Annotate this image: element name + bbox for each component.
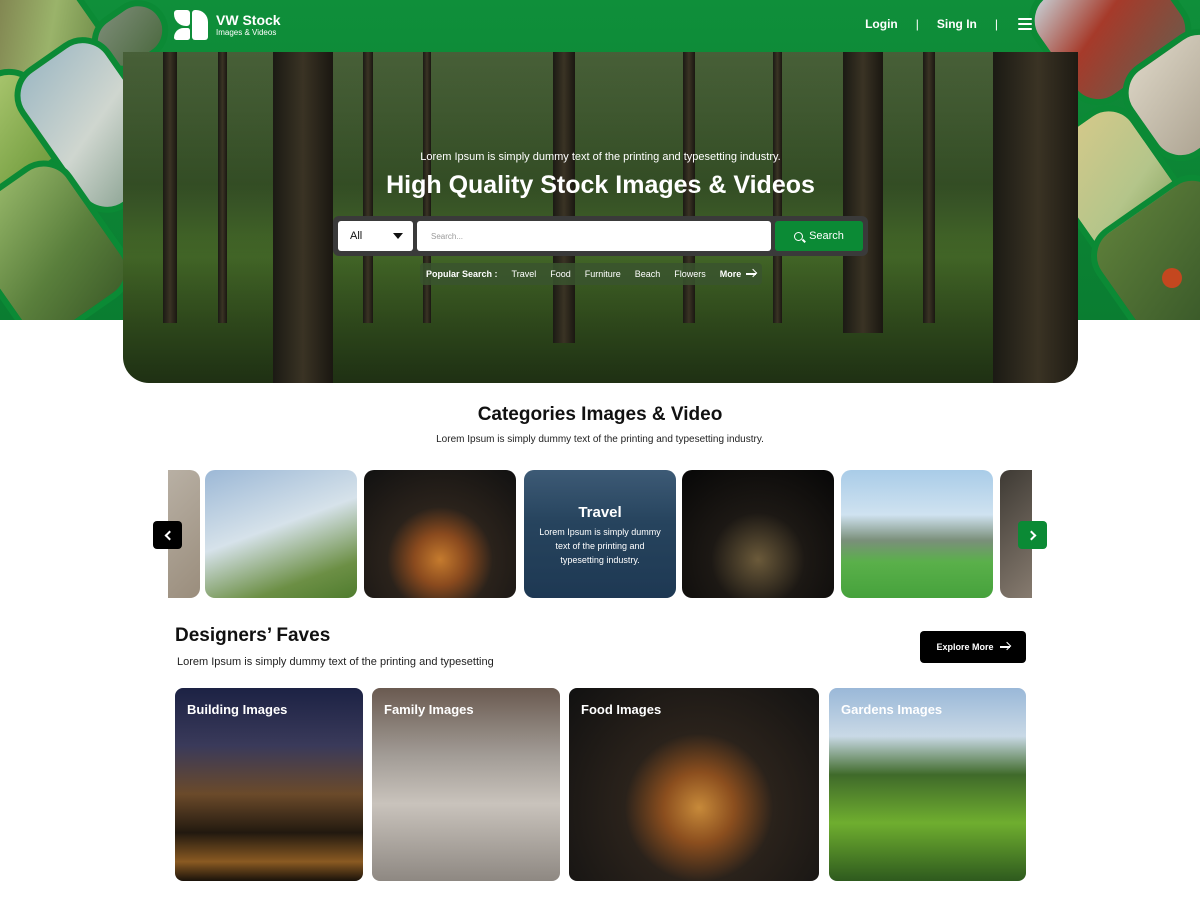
category-card-title: Travel [578, 504, 622, 521]
popular-more-link[interactable]: More [720, 269, 757, 279]
fave-card-gardens[interactable]: Gardens Images [829, 688, 1026, 881]
top-nav: Login | Sing In | [865, 17, 1032, 31]
hero-banner: Lorem Ipsum is simply dummy text of the … [123, 52, 1078, 383]
category-carousel: Travel Lorem Ipsum is simply dummy text … [168, 470, 1032, 598]
menu-button[interactable] [1016, 18, 1032, 30]
category-select[interactable]: All [338, 221, 413, 251]
faves-subtitle: Lorem Ipsum is simply dummy text of the … [177, 656, 494, 668]
nav-separator: | [994, 17, 998, 31]
search-button-label: Search [809, 230, 844, 242]
site-header: VW Stock Images & Videos Login | Sing In… [0, 0, 1200, 52]
category-card-description: Lorem Ipsum is simply dummy text of the … [539, 527, 661, 565]
chevron-right-icon [1026, 530, 1036, 540]
carousel-next-button[interactable] [1018, 521, 1047, 549]
fave-card-label: Food Images [581, 702, 662, 717]
category-card[interactable] [364, 470, 516, 598]
category-card-travel[interactable]: Travel Lorem Ipsum is simply dummy text … [524, 470, 676, 598]
chevron-left-icon [164, 530, 174, 540]
fave-card-family[interactable]: Family Images [372, 688, 560, 881]
brand-logo[interactable]: VW Stock Images & Videos [174, 10, 281, 40]
hero-title: High Quality Stock Images & Videos [386, 171, 815, 199]
decorative-fruit [1162, 268, 1182, 288]
logo-icon [174, 10, 208, 40]
popular-tag[interactable]: Flowers [674, 269, 706, 279]
fave-card-label: Family Images [384, 702, 474, 717]
popular-tag[interactable]: Travel [512, 269, 537, 279]
popular-tag[interactable]: Furniture [585, 269, 621, 279]
category-card[interactable] [205, 470, 357, 598]
search-icon [794, 231, 804, 241]
popular-tag[interactable]: Beach [635, 269, 661, 279]
search-input[interactable] [417, 221, 771, 251]
brand-subtitle: Images & Videos [216, 28, 277, 37]
fave-card-label: Building Images [187, 702, 288, 717]
popular-search-label: Popular Search : [426, 269, 498, 279]
arrow-right-icon [746, 273, 757, 275]
category-card[interactable] [841, 470, 993, 598]
hero-tagline: Lorem Ipsum is simply dummy text of the … [420, 151, 781, 163]
faves-title: Designers’ Faves [175, 625, 331, 646]
carousel-prev-button[interactable] [153, 521, 182, 549]
fave-card-building[interactable]: Building Images [175, 688, 363, 881]
popular-tag[interactable]: Food [550, 269, 571, 279]
brand-title: VW Stock [216, 12, 281, 28]
explore-more-button[interactable]: Explore More [920, 631, 1026, 663]
search-button[interactable]: Search [775, 221, 863, 251]
arrow-right-icon [999, 646, 1010, 648]
category-card-overlay: Travel Lorem Ipsum is simply dummy text … [524, 470, 676, 598]
caret-down-icon [393, 233, 403, 239]
categories-subtitle: Lorem Ipsum is simply dummy text of the … [436, 434, 764, 445]
fave-card-food[interactable]: Food Images [569, 688, 819, 881]
category-select-value: All [350, 230, 363, 242]
nav-separator: | [915, 17, 919, 31]
explore-more-label: Explore More [936, 642, 994, 652]
category-card[interactable] [682, 470, 834, 598]
login-link[interactable]: Login [865, 17, 898, 31]
search-bar: All Search [333, 216, 868, 256]
popular-search: Popular Search : Travel Food Furniture B… [420, 263, 763, 285]
signin-link[interactable]: Sing In [937, 17, 977, 31]
logo-text: VW Stock Images & Videos [216, 13, 281, 37]
hamburger-icon [1018, 18, 1032, 30]
categories-title: Categories Images & Video [477, 404, 723, 425]
popular-more-label: More [719, 269, 742, 279]
fave-card-label: Gardens Images [841, 702, 943, 717]
